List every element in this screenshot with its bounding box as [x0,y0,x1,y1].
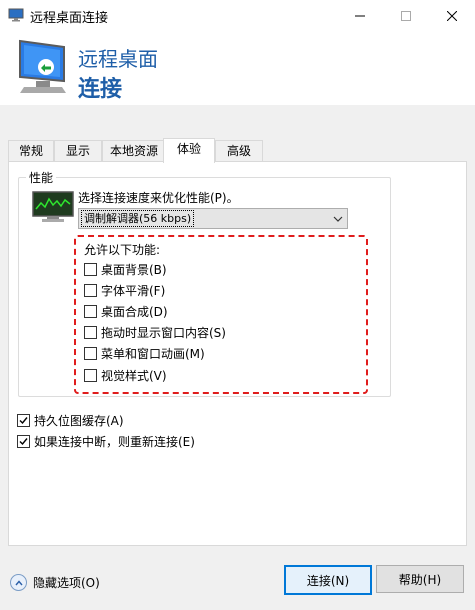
tab-display[interactable]: 显示 [54,140,102,162]
checkbox[interactable] [84,283,97,297]
checkbox[interactable] [84,368,97,382]
checkbox-checked[interactable] [17,434,30,448]
header-title-line1: 远程桌面 [78,47,158,71]
window-title: 远程桌面连接 [30,11,109,26]
feature-label: 桌面合成(D) [101,304,168,319]
experience-panel: 性能 选择连接速度来优化性能(P)。 调制解调器(56 kbps) 允许以下功能… [8,161,467,546]
feature-desktop-background[interactable]: 桌面背景(B) [84,261,167,277]
performance-group-label: 性能 [26,169,57,186]
feature-menu-animation[interactable]: 菜单和窗口动画(M) [84,345,205,361]
allow-features-label: 允许以下功能: [84,243,161,257]
close-button[interactable] [429,0,475,31]
connection-speed-value: 调制解调器(56 kbps) [81,210,195,227]
maximize-button[interactable] [383,0,429,31]
hide-options-label: 隐藏选项(O) [33,576,100,590]
help-button[interactable]: 帮助(H) [376,565,464,593]
option-reconnect[interactable]: 如果连接中断，则重新连接(E) [17,433,195,449]
feature-font-smoothing[interactable]: 字体平滑(F) [84,282,165,298]
chevron-up-icon [10,574,27,591]
chevron-down-icon [329,209,347,228]
feature-visual-styles[interactable]: 视觉样式(V) [84,367,167,383]
feature-label: 视觉样式(V) [101,368,167,383]
feature-label: 拖动时显示窗口内容(S) [101,325,226,340]
checkmark-icon [19,437,28,445]
checkbox[interactable] [84,304,97,318]
header-title-line2: 连接 [78,77,123,102]
feature-desktop-composition[interactable]: 桌面合成(D) [84,303,168,319]
connection-speed-dropdown[interactable]: 调制解调器(56 kbps) [78,208,348,229]
option-label: 如果连接中断，则重新连接(E) [34,434,195,449]
connect-button[interactable]: 连接(N) [284,565,372,595]
feature-label: 菜单和窗口动画(M) [101,346,205,361]
tab-general[interactable]: 常规 [8,140,54,162]
tab-local-resources[interactable]: 本地资源 [102,140,166,162]
checkmark-icon [19,416,28,424]
close-icon [447,10,457,21]
header-banner: 远程桌面 连接 [0,31,475,105]
tab-experience[interactable]: 体验 [163,138,215,163]
remote-desktop-logo-icon [19,39,66,93]
checkbox[interactable] [84,346,97,360]
feature-label: 字体平滑(F) [101,283,166,298]
minimize-button[interactable] [337,0,383,31]
minimize-icon [355,15,365,16]
speed-label: 选择连接速度来优化性能(P)。 [78,191,239,205]
feature-show-window-contents[interactable]: 拖动时显示窗口内容(S) [84,324,226,340]
title-bar: 远程桌面连接 [0,0,475,32]
option-persistent-bitmap-caching[interactable]: 持久位图缓存(A) [17,412,124,428]
hide-options-toggle[interactable]: 隐藏选项(O) [10,574,100,591]
checkbox-checked[interactable] [17,413,30,427]
checkbox[interactable] [84,262,97,276]
maximize-icon [401,10,411,21]
remote-desktop-icon [8,8,24,22]
performance-monitor-icon [32,191,74,222]
tab-advanced[interactable]: 高级 [215,140,263,162]
option-label: 持久位图缓存(A) [34,413,124,428]
feature-label: 桌面背景(B) [101,262,167,277]
checkbox[interactable] [84,325,97,339]
